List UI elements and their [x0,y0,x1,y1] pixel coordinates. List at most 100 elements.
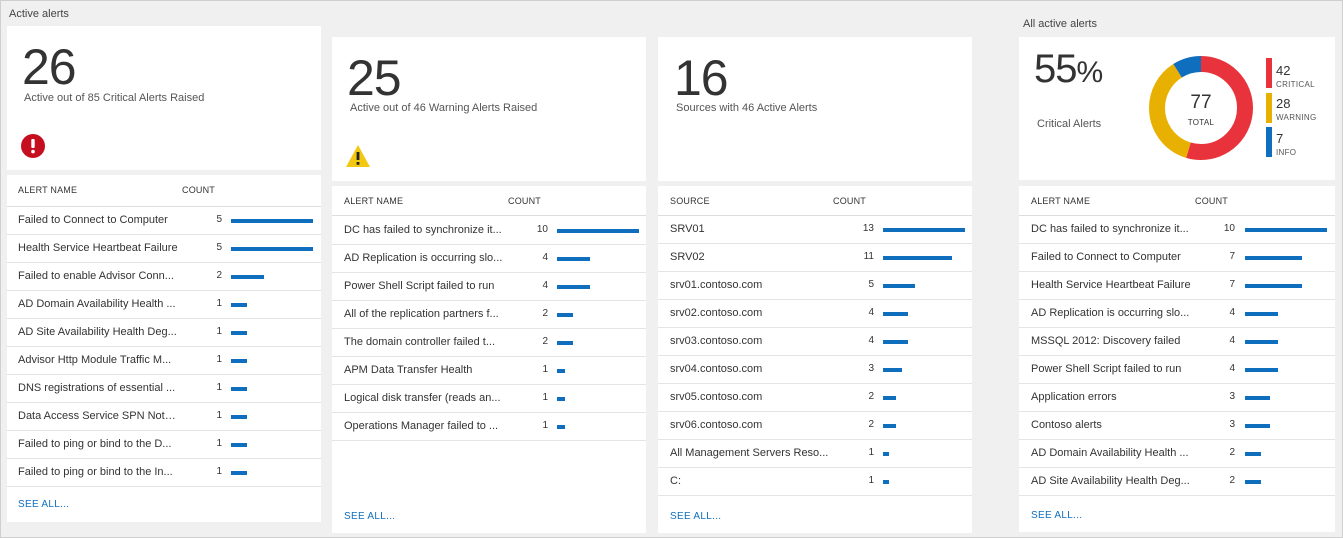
warning-caption: Active out of 46 Warning Alerts Raised [350,102,538,114]
column-header-count: COUNT [182,185,215,195]
list-row[interactable]: Power Shell Script failed to run 4 [1019,355,1335,384]
list-row[interactable]: All Management Servers Reso... 1 [658,439,972,468]
list-row[interactable]: C: 1 [658,467,972,496]
list-row[interactable]: AD Replication is occurring slo... 4 [1019,299,1335,328]
see-all-link[interactable]: SEE ALL... [670,511,721,522]
row-name: AD Replication is occurring slo... [344,252,503,264]
row-count: 2 [1229,447,1235,458]
list-row[interactable]: srv05.contoso.com 2 [658,383,972,412]
row-count-bar [883,284,915,288]
warning-alerts-tile[interactable]: 25 Active out of 46 Warning Alerts Raise… [332,37,646,181]
row-count-bar [883,452,889,456]
row-count: 4 [1229,307,1235,318]
row-count-bar [557,285,590,289]
row-count: 13 [862,223,874,234]
list-row[interactable]: All of the replication partners f... 2 [332,300,646,329]
list-row[interactable]: Power Shell Script failed to run 4 [332,272,646,301]
row-name: All of the replication partners f... [344,308,499,320]
row-count-bar [231,471,247,475]
list-row[interactable]: Health Service Heartbeat Failure 7 [1019,271,1335,300]
critical-caption: Active out of 85 Critical Alerts Raised [24,92,205,104]
list-row[interactable]: The domain controller failed t... 2 [332,328,646,357]
row-count-bar [1245,340,1278,344]
list-row[interactable]: Application errors 3 [1019,383,1335,412]
list-row[interactable]: AD Site Availability Health Deg... 2 [1019,467,1335,496]
row-count: 3 [868,363,874,374]
list-row[interactable]: srv01.contoso.com 5 [658,271,972,300]
list-row[interactable]: srv02.contoso.com 4 [658,299,972,328]
list-row[interactable]: DC has failed to synchronize it... 10 [1019,215,1335,244]
list-row[interactable]: Logical disk transfer (reads an... 1 [332,384,646,413]
list-row[interactable]: Health Service Heartbeat Failure 5 [7,234,321,263]
list-row[interactable]: SRV01 13 [658,215,972,244]
sources-tile[interactable]: 16 Sources with 46 Active Alerts [658,37,972,181]
row-count: 10 [1223,223,1235,234]
row-count: 4 [868,307,874,318]
row-name: srv05.contoso.com [670,391,763,403]
row-name: DNS registrations of essential ... [18,382,176,394]
list-row[interactable]: Contoso alerts 3 [1019,411,1335,440]
row-name: SRV01 [670,223,705,235]
see-all-link[interactable]: SEE ALL... [344,511,395,522]
all-active-alerts-tile[interactable]: 55% Critical Alerts 77 TOTAL 42 CRITICAL… [1019,37,1335,180]
legend-info-swatch [1266,127,1272,157]
row-name: DC has failed to synchronize it... [344,224,502,236]
donut-total-value: 77 [1190,92,1212,113]
row-count: 5 [868,279,874,290]
row-name: Advisor Http Module Traffic M... [18,354,172,366]
all-alerts-list: ALERT NAME COUNT DC has failed to synchron… [1019,186,1335,532]
row-count-bar [1245,228,1327,232]
row-name: srv04.contoso.com [670,363,763,375]
list-row[interactable]: srv06.contoso.com 2 [658,411,972,440]
row-count: 1 [216,466,222,477]
critical-percent: 55% [1034,47,1103,91]
see-all-link[interactable]: SEE ALL... [18,499,69,510]
row-count-bar [883,340,908,344]
list-row[interactable]: srv04.contoso.com 3 [658,355,972,384]
list-row[interactable]: AD Replication is occurring slo... 4 [332,244,646,273]
row-name: Failed to Connect to Computer [1031,251,1181,263]
row-count-bar [231,415,247,419]
row-count: 2 [1229,475,1235,486]
row-count-bar [231,359,247,363]
row-name: Logical disk transfer (reads an... [344,392,501,404]
list-row[interactable]: AD Domain Availability Health ... 2 [1019,439,1335,468]
row-count: 1 [216,354,222,365]
row-count-bar [1245,480,1261,484]
list-row[interactable]: Failed to enable Advisor Conn... 2 [7,262,321,291]
list-row[interactable]: AD Site Availability Health Deg... 1 [7,318,321,347]
row-count: 1 [542,392,548,403]
sources-count: 16 [674,50,729,106]
critical-percent-value: 55 [1034,47,1077,91]
list-row[interactable]: AD Domain Availability Health ... 1 [7,290,321,319]
row-name: AD Domain Availability Health ... [18,298,176,310]
list-row[interactable]: Operations Manager failed to ... 1 [332,412,646,441]
list-row[interactable]: Failed to ping or bind to the D... 1 [7,430,321,459]
row-name: The domain controller failed t... [344,336,496,348]
list-row[interactable]: Failed to Connect to Computer 7 [1019,243,1335,272]
row-count: 3 [1229,419,1235,430]
row-count: 2 [542,308,548,319]
list-row[interactable]: APM Data Transfer Health 1 [332,356,646,385]
row-name: srv06.contoso.com [670,419,763,431]
row-name: APM Data Transfer Health [344,364,473,376]
list-row[interactable]: DC has failed to synchronize it... 10 [332,216,646,245]
list-row[interactable]: srv03.contoso.com 4 [658,327,972,356]
list-row[interactable]: SRV02 11 [658,243,972,272]
row-name: Failed to enable Advisor Conn... [18,270,174,282]
critical-count: 26 [22,39,77,95]
list-row[interactable]: MSSQL 2012: Discovery failed 4 [1019,327,1335,356]
critical-alerts-tile[interactable]: 26 Active out of 85 Critical Alerts Rais… [7,26,321,170]
row-name: All Management Servers Reso... [670,447,829,459]
legend-info-value: 7 [1276,131,1284,146]
list-row[interactable]: Advisor Http Module Traffic M... 1 [7,346,321,375]
row-count: 1 [216,410,222,421]
list-row[interactable]: Failed to ping or bind to the In... 1 [7,458,321,487]
see-all-link[interactable]: SEE ALL... [1031,510,1082,521]
row-count-bar [231,443,247,447]
list-row[interactable]: DNS registrations of essential ... 1 [7,374,321,403]
list-row[interactable]: Failed to Connect to Computer 5 [7,206,321,235]
warning-triangle-icon [346,145,370,167]
list-row[interactable]: Data Access Service SPN Not R... 1 [7,402,321,431]
row-count: 10 [536,224,548,235]
